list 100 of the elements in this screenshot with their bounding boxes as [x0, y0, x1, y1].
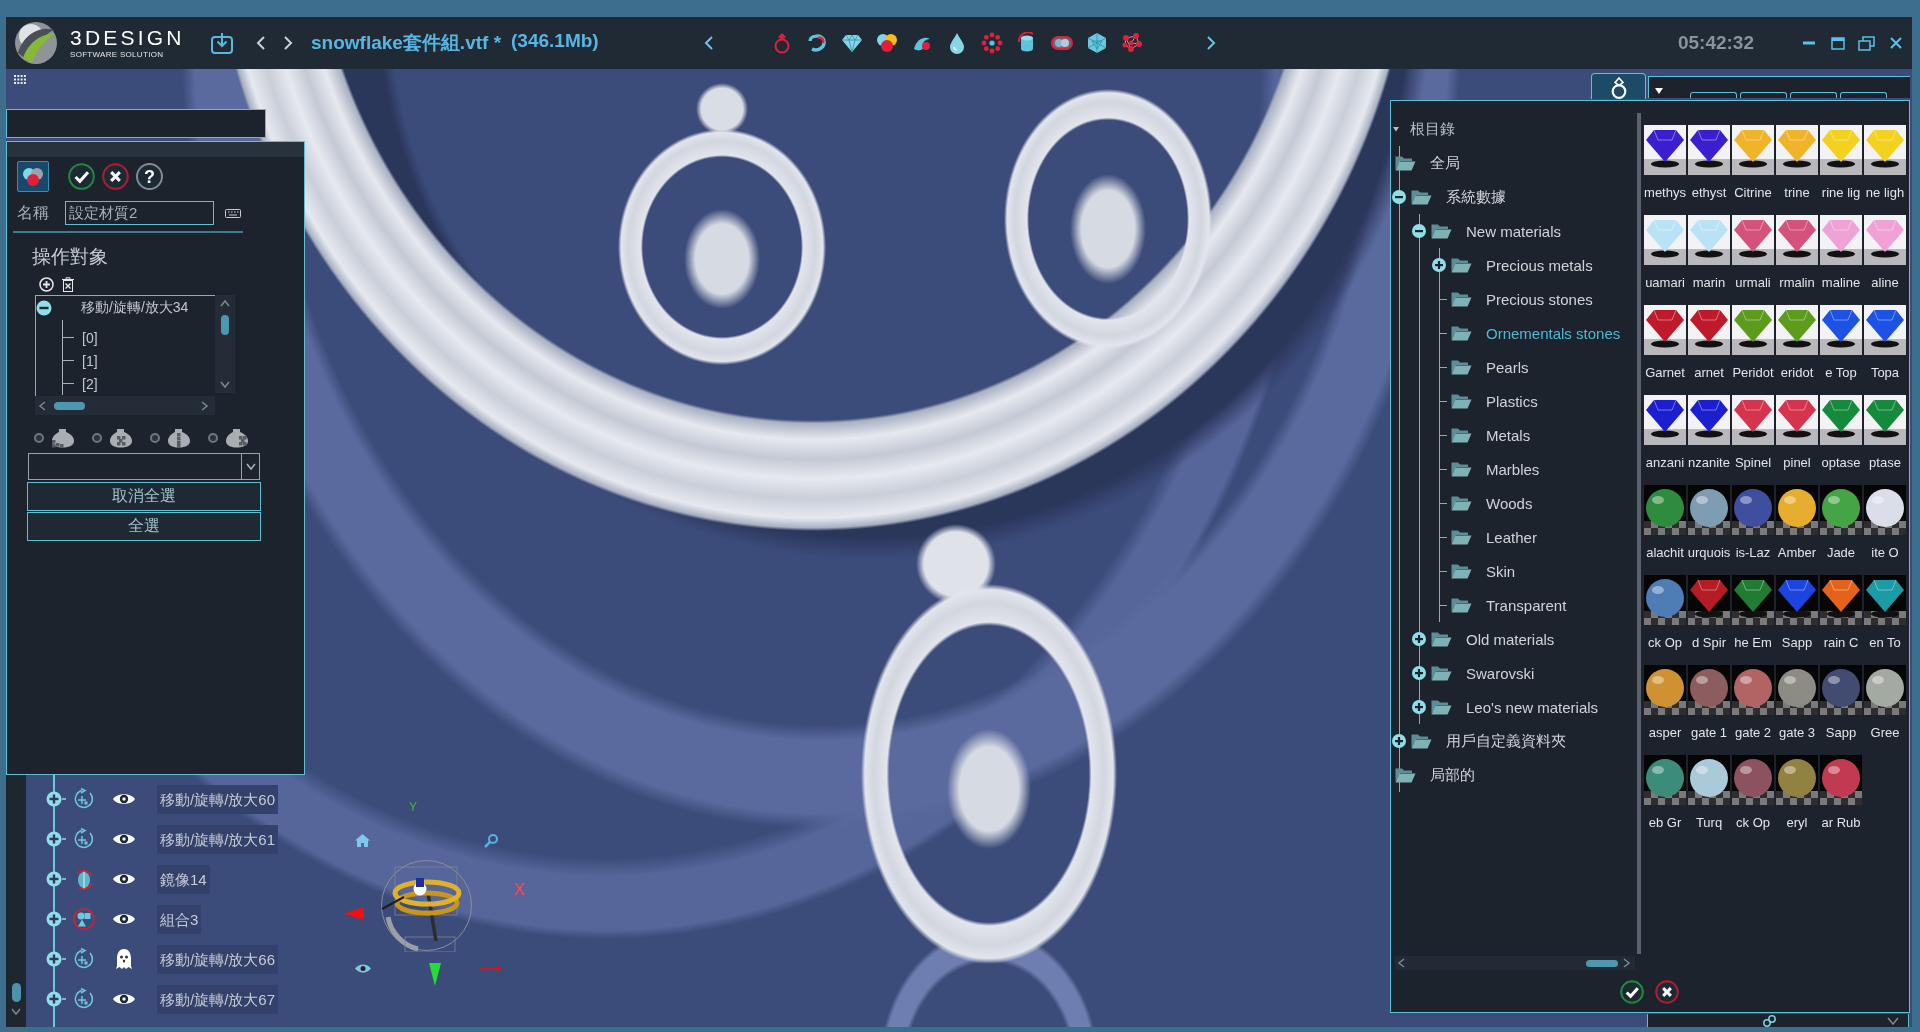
- material-tile[interactable]: rmalin: [1775, 215, 1819, 305]
- material-tile[interactable]: pinel: [1775, 395, 1819, 485]
- material-tile[interactable]: methys: [1643, 125, 1687, 215]
- eye-icon[interactable]: [112, 992, 136, 1006]
- download-icon[interactable]: [210, 31, 234, 55]
- chevron-right-icon[interactable]: [1623, 958, 1631, 968]
- radio-button[interactable]: [34, 433, 44, 443]
- polyhedron-icon[interactable]: [1086, 32, 1108, 54]
- material-tile[interactable]: gate 3: [1775, 665, 1819, 755]
- material-tile[interactable]: uamari: [1643, 215, 1687, 305]
- tree-item[interactable]: 移動/旋轉/放大34: [81, 299, 189, 317]
- material-tile[interactable]: arnet: [1687, 305, 1731, 395]
- material-tile[interactable]: ethyst: [1687, 125, 1731, 215]
- deselect-all-button[interactable]: 取消全選: [27, 482, 261, 511]
- dropdown[interactable]: [28, 453, 260, 480]
- move-rotate-icon[interactable]: [73, 828, 95, 850]
- material-tile[interactable]: ptase: [1863, 395, 1907, 485]
- tree-item[interactable]: [2]: [82, 375, 98, 392]
- material-tile[interactable]: eridot: [1775, 305, 1819, 395]
- tab[interactable]: [1740, 92, 1787, 98]
- material-tile[interactable]: marin: [1687, 215, 1731, 305]
- expand-icon[interactable]: [1412, 632, 1426, 646]
- tab[interactable]: [1840, 92, 1887, 98]
- material-button[interactable]: [17, 161, 49, 192]
- chevron-left-icon[interactable]: [256, 35, 266, 51]
- tree-item[interactable]: 根目錄: [1410, 119, 1455, 139]
- dot-cluster-icon[interactable]: [1121, 32, 1143, 54]
- apps-grid-icon[interactable]: [14, 75, 26, 84]
- collapse-icon[interactable]: [1412, 224, 1426, 238]
- caret-down-icon[interactable]: [1655, 88, 1663, 94]
- tree-item[interactable]: 移動/旋轉/放大66: [157, 944, 279, 974]
- radio-button[interactable]: [92, 433, 102, 443]
- material-tile[interactable]: aline: [1863, 215, 1907, 305]
- chevron-left-icon[interactable]: [1397, 958, 1405, 968]
- material-tile[interactable]: eryl: [1775, 755, 1819, 845]
- move-rotate-icon[interactable]: [73, 948, 95, 970]
- material-tile[interactable]: Garnet: [1643, 305, 1687, 395]
- expand-icon[interactable]: [46, 991, 66, 1007]
- horizontal-scrollbar[interactable]: [35, 396, 215, 415]
- ghost-icon[interactable]: [116, 949, 132, 969]
- curl-icon[interactable]: [806, 32, 828, 54]
- radio-button[interactable]: [208, 433, 218, 443]
- material-tile[interactable]: he Em: [1731, 575, 1775, 665]
- material-tile[interactable]: optase: [1819, 395, 1863, 485]
- tree-item[interactable]: 全局: [1430, 153, 1460, 173]
- material-tile[interactable]: eb Gr: [1643, 755, 1687, 845]
- scroll-thumb[interactable]: [221, 315, 229, 335]
- material-tile[interactable]: urquois: [1687, 485, 1731, 575]
- material-tile[interactable]: trine: [1775, 125, 1819, 215]
- caret-down-icon[interactable]: [1393, 126, 1399, 132]
- check-icon[interactable]: [68, 163, 95, 190]
- vertical-scrollbar[interactable]: [6, 775, 26, 1027]
- down-arrow-icon[interactable]: [429, 963, 441, 986]
- tree-item[interactable]: Plastics: [1486, 392, 1538, 410]
- tree-item[interactable]: 鏡像14: [157, 864, 210, 894]
- close-icon[interactable]: [1890, 37, 1902, 49]
- cancel-icon[interactable]: [1655, 980, 1679, 1004]
- restore-icon[interactable]: [1858, 35, 1875, 51]
- expand-icon[interactable]: [46, 831, 66, 847]
- material-tile[interactable]: Amber: [1775, 485, 1819, 575]
- material-tile[interactable]: e Top: [1819, 305, 1863, 395]
- radio-button[interactable]: [150, 433, 160, 443]
- material-tile[interactable]: gate 2: [1731, 665, 1775, 755]
- add-icon[interactable]: [39, 277, 54, 292]
- chevron-right-icon[interactable]: [201, 400, 209, 411]
- chevron-down-icon[interactable]: [1887, 1016, 1899, 1025]
- scroll-thumb[interactable]: [11, 983, 21, 1002]
- eye-icon[interactable]: [112, 792, 136, 806]
- material-tile[interactable]: ck Op: [1643, 575, 1687, 665]
- material-tile[interactable]: Peridot: [1731, 305, 1775, 395]
- tree-item[interactable]: Pearls: [1486, 358, 1529, 376]
- tab[interactable]: [1591, 73, 1646, 99]
- tree-item[interactable]: [0]: [82, 329, 98, 346]
- check-icon[interactable]: [1620, 980, 1644, 1004]
- collapse-icon[interactable]: [36, 300, 52, 316]
- material-tile[interactable]: Gree: [1863, 665, 1907, 755]
- eye-icon[interactable]: [112, 872, 136, 886]
- chevron-down-icon[interactable]: [220, 381, 230, 389]
- material-tile[interactable]: alachit: [1643, 485, 1687, 575]
- dot-ring-icon[interactable]: [981, 32, 1003, 54]
- scroll-thumb[interactable]: [1586, 959, 1618, 967]
- expand-icon[interactable]: [1412, 700, 1426, 714]
- tree-item[interactable]: 移動/旋轉/放大61: [157, 824, 279, 854]
- material-tile[interactable]: d Spir: [1687, 575, 1731, 665]
- vertical-scrollbar[interactable]: [215, 295, 235, 393]
- material-tile[interactable]: rine lig: [1819, 125, 1863, 215]
- tree-item[interactable]: Precious metals: [1486, 256, 1593, 274]
- move-rotate-icon[interactable]: [73, 788, 95, 810]
- mirror-icon[interactable]: [73, 868, 95, 890]
- cancel-icon[interactable]: [102, 163, 129, 190]
- horizontal-scrollbar[interactable]: [1395, 956, 1635, 970]
- material-tile[interactable]: Sapp: [1775, 575, 1819, 665]
- material-tile[interactable]: gate 1: [1687, 665, 1731, 755]
- tree-item[interactable]: 組合3: [157, 904, 202, 934]
- eye-icon[interactable]: [112, 912, 136, 926]
- chevron-right-icon[interactable]: [1206, 35, 1216, 51]
- material-tile[interactable]: is-Laz: [1731, 485, 1775, 575]
- keyboard-icon[interactable]: [225, 208, 241, 218]
- chevron-up-icon[interactable]: [220, 299, 230, 307]
- tree-item[interactable]: Precious stones: [1486, 290, 1593, 308]
